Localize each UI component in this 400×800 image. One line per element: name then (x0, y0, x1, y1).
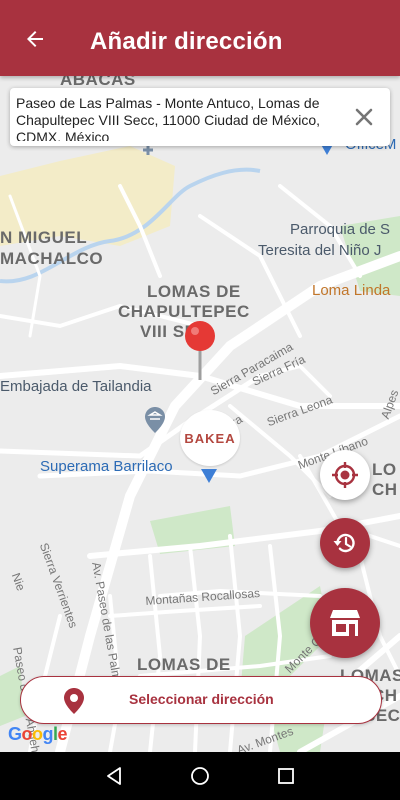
history-button[interactable] (320, 518, 370, 568)
map-label: MACHALCO (0, 249, 104, 268)
store-icon (330, 610, 360, 636)
map-pin-marker[interactable] (183, 320, 217, 385)
map-label: Parroquia de S (290, 221, 391, 238)
google-logo: Google (8, 724, 68, 744)
my-location-button[interactable] (320, 450, 370, 500)
crosshair-icon (332, 462, 358, 488)
museum-pin-icon[interactable] (144, 406, 166, 434)
location-pin-icon (64, 688, 84, 714)
history-icon (333, 533, 355, 553)
map-label: LOMAS DE (147, 282, 241, 301)
map-label: Superama Barrilaco (40, 458, 173, 475)
map-label: LO (372, 460, 397, 479)
map-label: N MIGUEL (0, 228, 88, 247)
map-label: CH (372, 480, 398, 499)
back-triangle-icon[interactable] (102, 764, 126, 788)
store-button[interactable] (310, 588, 380, 658)
navigation-arrow-icon (201, 469, 217, 483)
system-navigation-bar (0, 752, 400, 800)
address-search-box[interactable]: Paseo de Las Palmas - Monte Antuco, Loma… (10, 88, 390, 146)
address-text[interactable]: Paseo de Las Palmas - Monte Antuco, Loma… (16, 95, 334, 141)
page-title: Añadir dirección (90, 28, 283, 55)
select-address-button[interactable]: Seleccionar dirección (20, 676, 382, 724)
close-icon[interactable] (352, 105, 376, 129)
app-bar: Añadir dirección (0, 0, 400, 76)
map-label: Loma Linda (312, 282, 391, 299)
bakea-store-marker[interactable]: BAKEA (180, 410, 240, 466)
map-label: LOMAS DE (137, 655, 231, 674)
map-label: Embajada de Tailandia (0, 378, 152, 395)
recents-square-icon[interactable] (274, 764, 298, 788)
map-label: CHAPULTEPEC (118, 302, 250, 321)
map-label: Teresita del Niño J (258, 242, 382, 259)
home-circle-icon[interactable] (188, 764, 212, 788)
back-arrow-icon[interactable] (18, 22, 52, 56)
select-address-label: Seleccionar dirección (129, 691, 274, 707)
bakea-logo: BAKEA (184, 430, 236, 446)
